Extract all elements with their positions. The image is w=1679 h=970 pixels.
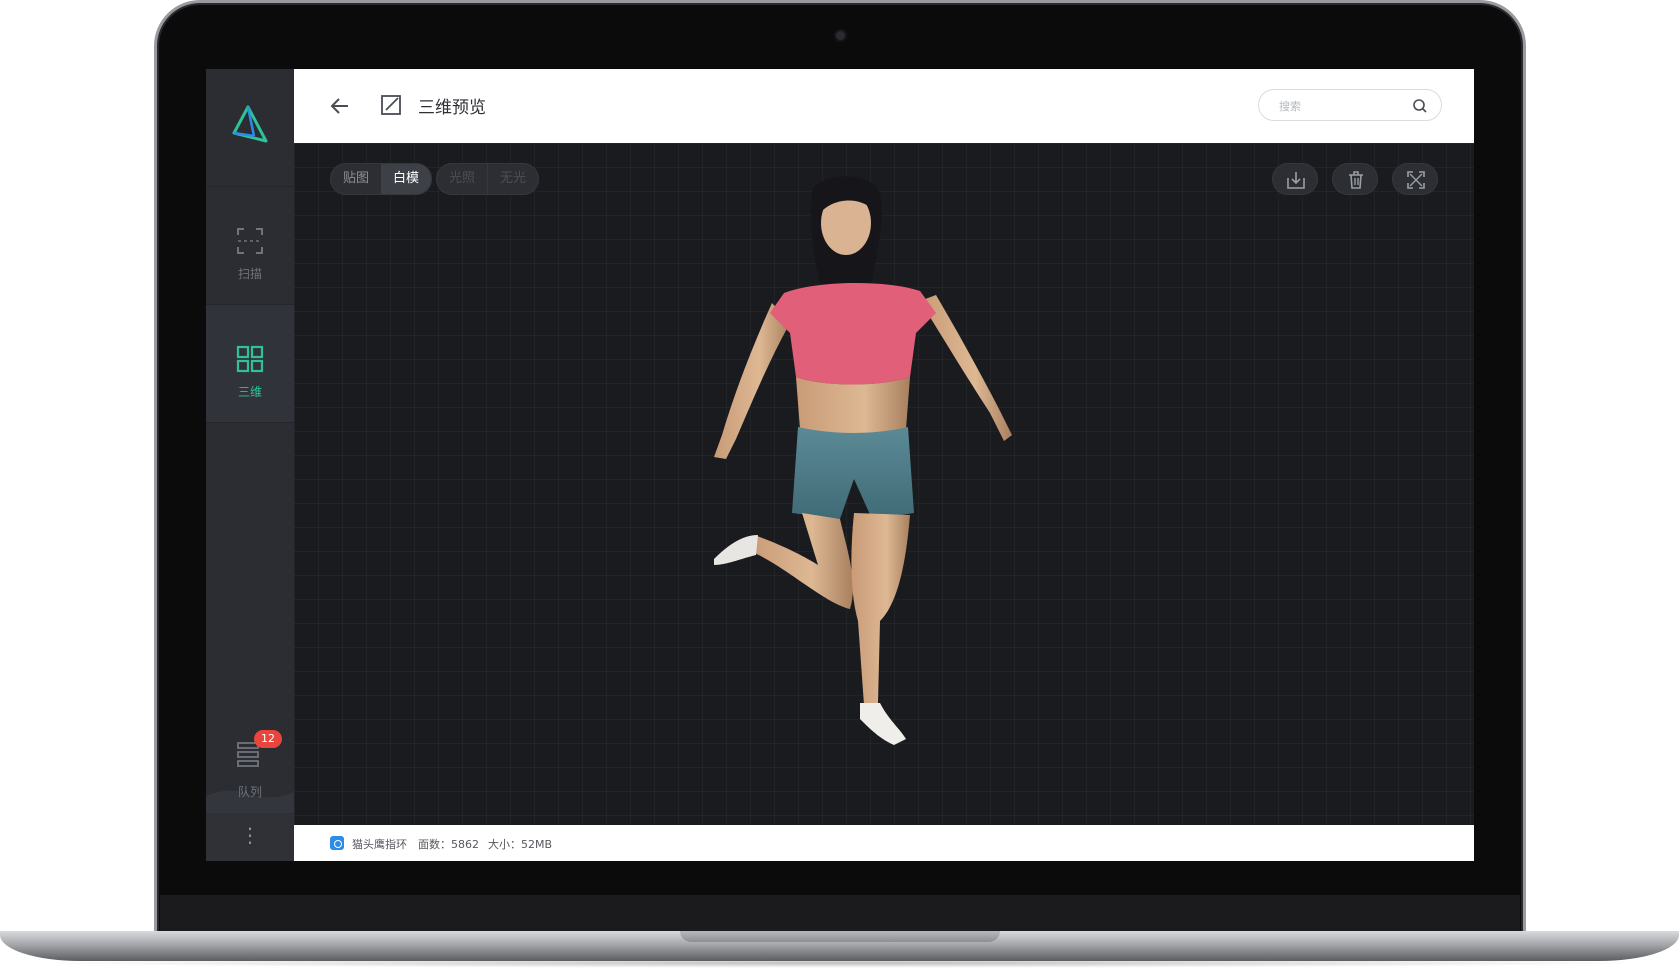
- search-icon[interactable]: [1412, 98, 1428, 114]
- app-logo[interactable]: [206, 69, 294, 187]
- sidebar-item-label: 三维: [237, 385, 262, 399]
- laptop-chin: [160, 895, 1520, 931]
- white-model-option[interactable]: 白模: [381, 164, 432, 194]
- sidebar-item-label: 队列: [237, 785, 262, 799]
- app-screen: 扫描 三维 12 队列 ⋮ 三维预览 搜索 贴图 白模 光照 无光 猫头鹰指环 …: [206, 69, 1474, 861]
- sidebar: 扫描 三维 12 队列 ⋮: [206, 69, 294, 861]
- file-size: 大小：52MB: [488, 838, 553, 851]
- lighting-option[interactable]: 光照: [437, 164, 489, 194]
- laptop-frame: 扫描 三维 12 队列 ⋮ 三维预览 搜索 贴图 白模 光照 无光 猫头鹰指环 …: [0, 0, 1679, 970]
- more-menu-button[interactable]: ⋮: [206, 813, 294, 861]
- no-light-option[interactable]: 无光: [488, 164, 538, 194]
- trash-icon: [1349, 171, 1363, 189]
- webcam: [836, 31, 845, 40]
- grid-icon: [236, 345, 264, 373]
- scan-frame-icon: [237, 228, 263, 254]
- status-footer: 猫头鹰指环 面数：5862 大小：52MB: [294, 825, 1474, 861]
- fullscreen-button[interactable]: [1392, 163, 1438, 195]
- face-count: 面数：5862: [418, 838, 479, 851]
- 3d-human-model[interactable]: [674, 173, 1054, 773]
- laptop-notch: [680, 931, 1000, 942]
- queue-count-badge: 12: [254, 730, 282, 748]
- search-box[interactable]: [1258, 89, 1442, 121]
- model-viewport[interactable]: 贴图 白模 光照 无光: [294, 143, 1474, 825]
- sidebar-item-label: 扫描: [237, 267, 262, 281]
- page-title: 三维预览: [418, 98, 486, 118]
- fullscreen-icon: [1407, 171, 1425, 189]
- back-arrow-icon[interactable]: [328, 93, 354, 119]
- pyramid-logo-icon: [232, 105, 268, 143]
- lighting-mode-toggle: 光照 无光: [436, 163, 540, 195]
- edit-square-icon[interactable]: [380, 94, 402, 116]
- download-icon: [1287, 172, 1305, 189]
- model-name: 猫头鹰指环: [352, 838, 407, 851]
- sidebar-item-3d[interactable]: 三维: [206, 305, 294, 423]
- sidebar-item-scan[interactable]: 扫描: [206, 187, 294, 305]
- delete-button[interactable]: [1332, 163, 1378, 195]
- model-file-icon: [330, 836, 344, 850]
- download-button[interactable]: [1272, 163, 1318, 195]
- texture-option[interactable]: 贴图: [331, 164, 381, 194]
- sidebar-item-queue[interactable]: 12 队列: [206, 701, 294, 813]
- top-header: 三维预览: [294, 69, 1474, 143]
- search-input[interactable]: [1279, 96, 1409, 116]
- texture-mode-toggle: 贴图 白模: [330, 163, 433, 195]
